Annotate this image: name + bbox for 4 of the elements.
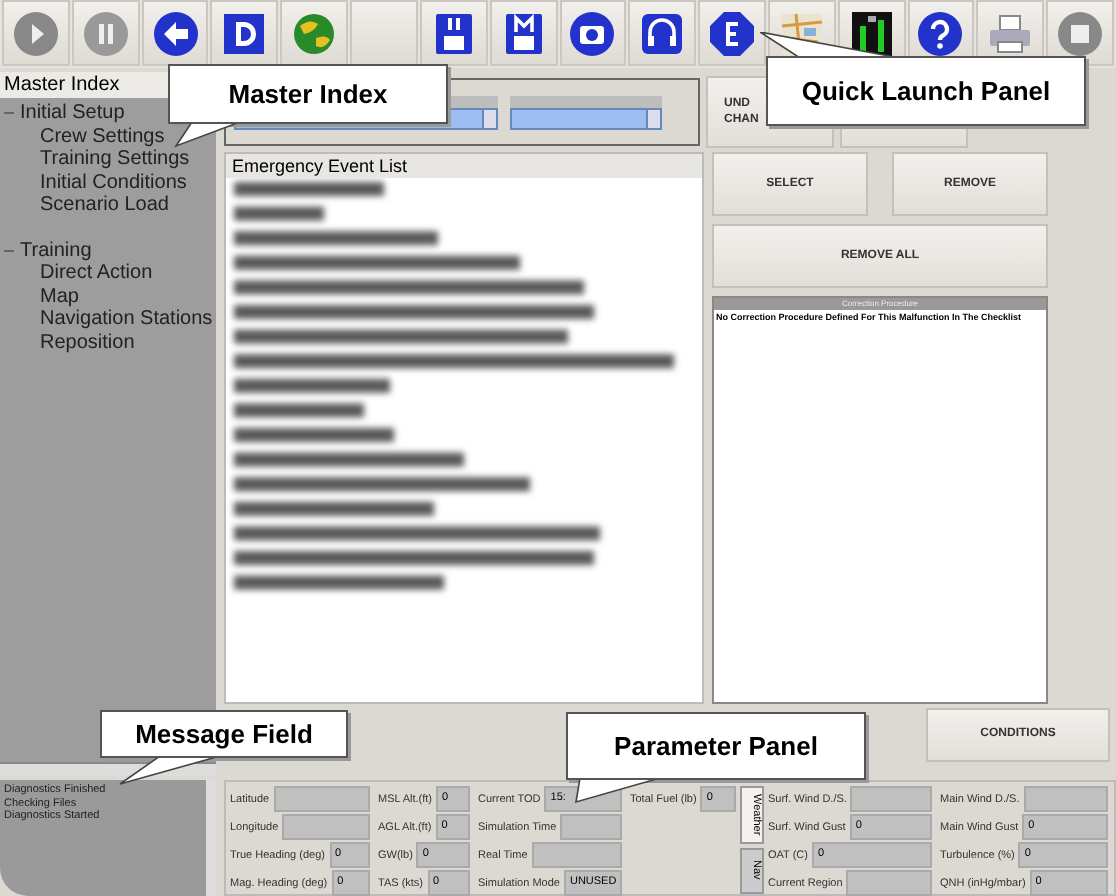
callout-tooltip: Quick Launch Panel xyxy=(760,32,1090,130)
list-title: Emergency Event List xyxy=(226,154,702,178)
callout-tooltip: Message Field xyxy=(100,710,352,786)
callout-tooltip: Master Index xyxy=(168,64,452,148)
